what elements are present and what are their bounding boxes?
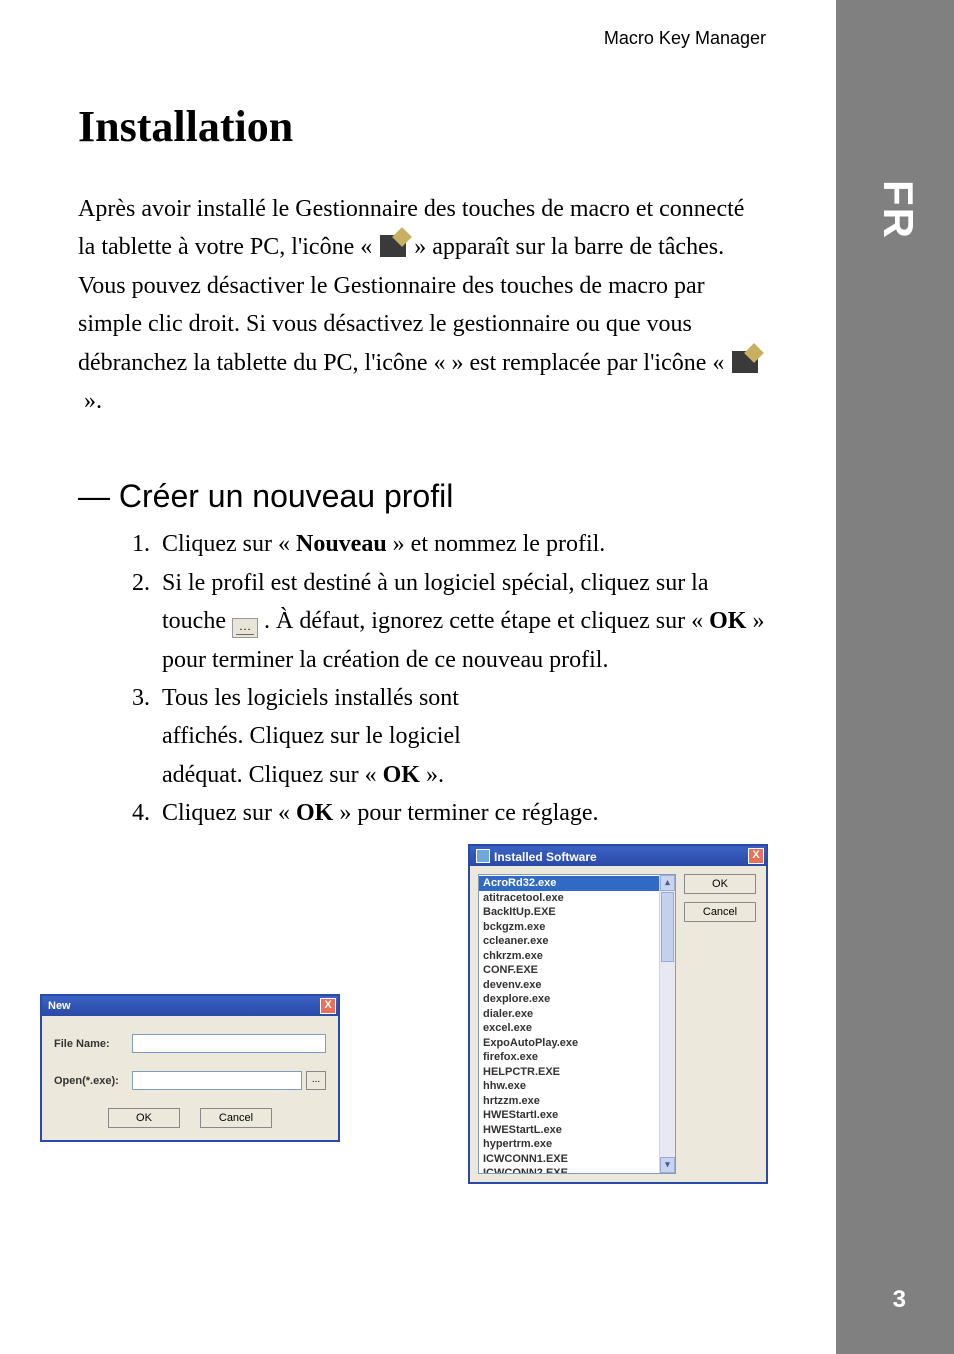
new-dialog-title: New — [48, 1000, 71, 1012]
page-number: 3 — [893, 1286, 906, 1314]
list-item[interactable]: devenv.exe — [479, 978, 675, 993]
list-item[interactable]: hrtzzm.exe — [479, 1094, 675, 1109]
step-1: Cliquez sur « Nouveau » et nommez le pro… — [156, 525, 766, 563]
installed-ok-button[interactable]: OK — [684, 874, 756, 894]
file-name-input[interactable] — [132, 1034, 326, 1053]
close-button[interactable]: X — [748, 848, 764, 864]
list-item[interactable]: bckgzm.exe — [479, 920, 675, 935]
scroll-up-icon[interactable]: ▴ — [660, 875, 675, 891]
list-item[interactable]: hhw.exe — [479, 1079, 675, 1094]
dialog-icon — [476, 849, 490, 863]
list-item[interactable]: AcroRd32.exe — [479, 876, 675, 891]
list-item[interactable]: ICWCONN2.EXE — [479, 1166, 675, 1174]
list-item[interactable]: firefox.exe — [479, 1050, 675, 1065]
list-item[interactable]: dialer.exe — [479, 1007, 675, 1022]
tray-active-icon — [380, 235, 406, 257]
step-4: Cliquez sur « OK » pour terminer ce régl… — [156, 794, 766, 832]
language-badge: FR — [874, 180, 922, 240]
list-item[interactable]: excel.exe — [479, 1021, 675, 1036]
installed-software-dialog: Installed Software X AcroRd32.exeatitrac… — [468, 844, 768, 1184]
steps-list: Cliquez sur « Nouveau » et nommez le pro… — [78, 525, 766, 832]
new-profile-dialog: New X File Name: Open(*.exe): ... OK Can… — [40, 994, 340, 1142]
list-item[interactable]: atitracetool.exe — [479, 891, 675, 906]
list-item[interactable]: ccleaner.exe — [479, 934, 675, 949]
list-item[interactable]: hypertrm.exe — [479, 1137, 675, 1152]
list-item[interactable]: chkrzm.exe — [479, 949, 675, 964]
bold-nouveau: Nouveau — [296, 531, 387, 557]
scroll-thumb[interactable] — [661, 892, 674, 962]
file-name-label: File Name: — [54, 1038, 132, 1050]
list-item[interactable]: CONF.EXE — [479, 963, 675, 978]
page-title: Installation — [78, 101, 766, 152]
browse-inline-icon: … — [232, 618, 258, 638]
new-cancel-button[interactable]: Cancel — [200, 1108, 272, 1128]
bold-ok-2: OK — [383, 762, 420, 788]
software-listbox[interactable]: AcroRd32.exeatitracetool.exeBackItUp.EXE… — [478, 874, 676, 1174]
list-item[interactable]: HELPCTR.EXE — [479, 1065, 675, 1080]
tray-inactive-icon — [732, 351, 758, 373]
new-dialog-titlebar[interactable]: New X — [42, 996, 338, 1016]
installed-cancel-button[interactable]: Cancel — [684, 902, 756, 922]
list-item[interactable]: BackItUp.EXE — [479, 905, 675, 920]
close-button[interactable]: X — [320, 998, 336, 1014]
installed-dialog-title: Installed Software — [494, 850, 597, 864]
intro-paragraph: Après avoir installé le Gestionnaire des… — [78, 190, 766, 420]
new-ok-button[interactable]: OK — [108, 1108, 180, 1128]
open-exe-label: Open(*.exe): — [54, 1075, 132, 1087]
sidebar: FR 3 — [836, 0, 954, 1354]
open-exe-input[interactable] — [132, 1071, 302, 1090]
list-item[interactable]: HWEStartL.exe — [479, 1123, 675, 1138]
page-content: Macro Key Manager Installation Après avo… — [0, 0, 836, 844]
list-item[interactable]: dexplore.exe — [479, 992, 675, 1007]
header-app-name: Macro Key Manager — [78, 28, 766, 49]
installed-dialog-titlebar[interactable]: Installed Software X — [470, 846, 766, 866]
list-item[interactable]: HWEStartI.exe — [479, 1108, 675, 1123]
list-item[interactable]: ExpoAutoPlay.exe — [479, 1036, 675, 1051]
list-item[interactable]: ICWCONN1.EXE — [479, 1152, 675, 1167]
scroll-down-icon[interactable]: ▾ — [660, 1157, 675, 1173]
section-heading: — Créer un nouveau profil — [78, 478, 766, 515]
bold-ok-3: OK — [296, 800, 333, 826]
bold-ok-1: OK — [709, 608, 746, 634]
intro-text-3: ». — [78, 388, 102, 414]
step-3: Tous les logiciels installés sont affich… — [156, 679, 766, 794]
step-2: Si le profil est destiné à un logiciel s… — [156, 564, 766, 679]
browse-button[interactable]: ... — [306, 1071, 326, 1090]
listbox-scrollbar[interactable]: ▴ ▾ — [659, 875, 675, 1173]
